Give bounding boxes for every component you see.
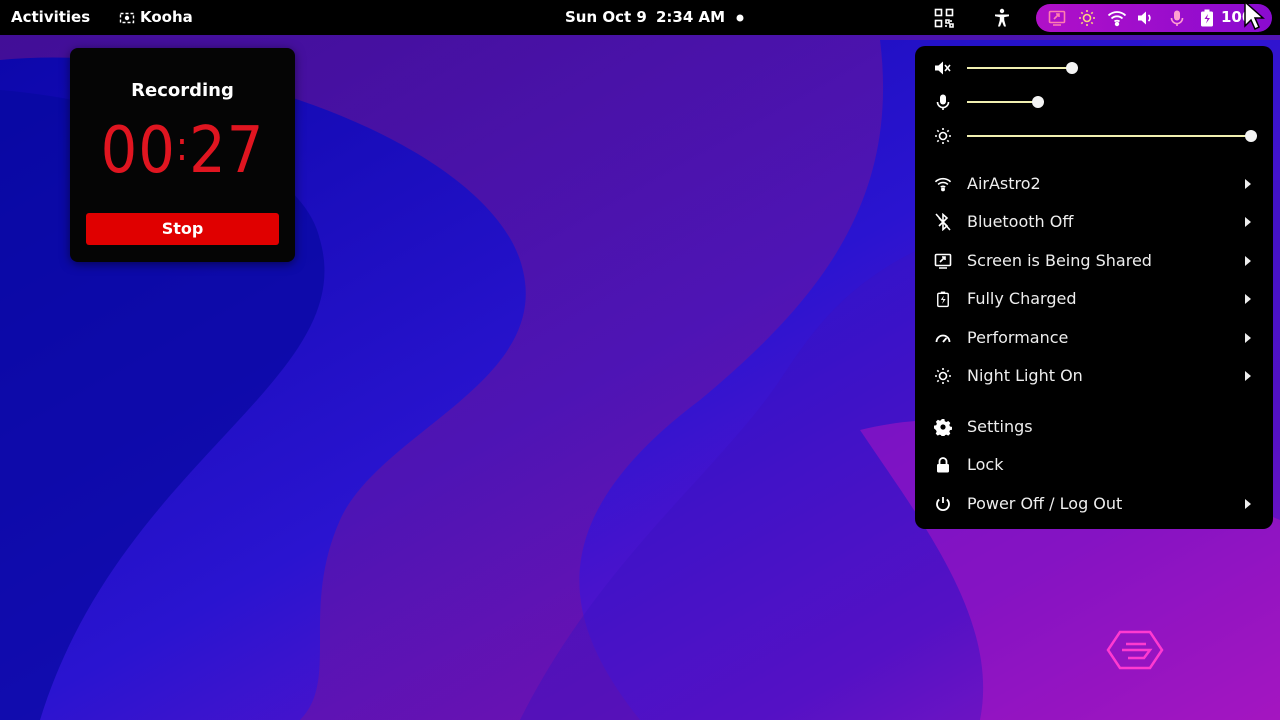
microphone-icon bbox=[1167, 8, 1187, 28]
system-tray[interactable]: 100 bbox=[1036, 4, 1272, 32]
submenu-arrow-icon bbox=[1245, 256, 1251, 266]
microphone-slider[interactable] bbox=[915, 90, 1273, 114]
submenu-arrow-icon bbox=[1245, 179, 1251, 189]
microphone-icon[interactable] bbox=[933, 92, 953, 112]
submenu-arrow-icon bbox=[1245, 499, 1251, 509]
brightness-slider[interactable] bbox=[915, 124, 1273, 148]
brightness-slider-track[interactable] bbox=[967, 135, 1251, 137]
recording-card: Recording 00:27 Stop bbox=[70, 48, 295, 262]
timer-separator: : bbox=[175, 124, 190, 170]
mouse-cursor-icon bbox=[1244, 0, 1265, 31]
microphone-slider-handle[interactable] bbox=[1032, 96, 1044, 108]
recording-title: Recording bbox=[131, 80, 234, 101]
volume-slider-track[interactable] bbox=[967, 67, 1072, 69]
menu-item-performance[interactable]: Performance bbox=[915, 321, 1273, 355]
night-light-icon bbox=[1077, 8, 1097, 28]
distro-logo-icon bbox=[1106, 630, 1164, 670]
performance-icon bbox=[933, 328, 953, 348]
clock-date[interactable]: Sun Oct 9 bbox=[565, 0, 647, 35]
submenu-arrow-icon bbox=[1245, 294, 1251, 304]
screen-share-icon bbox=[933, 251, 953, 271]
menu-item-label: AirAstro2 bbox=[967, 174, 1041, 193]
timer-seconds: 27 bbox=[189, 114, 265, 188]
submenu-arrow-icon bbox=[1245, 371, 1251, 381]
brightness-icon bbox=[933, 126, 953, 146]
submenu-arrow-icon bbox=[1245, 333, 1251, 343]
bluetooth-off-icon bbox=[933, 212, 953, 232]
menu-item-wifi[interactable]: AirAstro2 bbox=[915, 167, 1273, 201]
brightness-slider-handle[interactable] bbox=[1245, 130, 1257, 142]
menu-item-label: Night Light On bbox=[967, 366, 1083, 385]
menu-item-battery[interactable]: Fully Charged bbox=[915, 282, 1273, 316]
qr-code-icon[interactable] bbox=[934, 8, 954, 28]
top-bar: Activities Kooha Sun Oct 9 2:34 AM 100 bbox=[0, 0, 1280, 35]
menu-item-label: Performance bbox=[967, 328, 1069, 347]
menu-item-label: Screen is Being Shared bbox=[967, 251, 1152, 270]
microphone-slider-track[interactable] bbox=[967, 101, 1038, 103]
menu-item-label: Bluetooth Off bbox=[967, 212, 1074, 231]
menu-item-night-light[interactable]: Night Light On bbox=[915, 359, 1273, 393]
battery-charged-icon bbox=[933, 289, 953, 309]
menu-item-label: Power Off / Log Out bbox=[967, 494, 1123, 513]
wifi-icon bbox=[1107, 8, 1127, 28]
power-icon bbox=[933, 494, 953, 514]
record-indicator-icon[interactable] bbox=[117, 8, 137, 28]
notification-dot-icon bbox=[730, 8, 750, 28]
menu-item-screen-share[interactable]: Screen is Being Shared bbox=[915, 244, 1273, 278]
submenu-arrow-icon bbox=[1245, 217, 1251, 227]
volume-icon bbox=[1135, 8, 1155, 28]
night-light-icon bbox=[933, 366, 953, 386]
menu-item-lock[interactable]: Lock bbox=[915, 448, 1273, 482]
menu-item-label: Fully Charged bbox=[967, 289, 1077, 308]
app-menu-kooha[interactable]: Kooha bbox=[140, 0, 193, 35]
menu-item-settings[interactable]: Settings bbox=[915, 410, 1273, 444]
timer-minutes: 00 bbox=[100, 114, 176, 188]
clock-time[interactable]: 2:34 AM bbox=[656, 0, 725, 35]
volume-muted-icon[interactable] bbox=[933, 58, 953, 78]
menu-item-label: Settings bbox=[967, 417, 1033, 436]
stop-recording-button[interactable]: Stop bbox=[86, 213, 279, 245]
recording-timer: 00:27 bbox=[70, 114, 295, 188]
battery-icon bbox=[1197, 8, 1217, 28]
menu-item-label: Lock bbox=[967, 455, 1004, 474]
wifi-icon bbox=[933, 174, 953, 194]
accessibility-icon[interactable] bbox=[992, 8, 1012, 28]
gear-icon bbox=[933, 417, 953, 437]
volume-slider-handle[interactable] bbox=[1066, 62, 1078, 74]
menu-item-power[interactable]: Power Off / Log Out bbox=[915, 487, 1273, 521]
screen-share-icon bbox=[1047, 8, 1067, 28]
activities-button[interactable]: Activities bbox=[11, 0, 90, 35]
quick-settings-panel: AirAstro2 Bluetooth Off Screen is Being … bbox=[915, 46, 1273, 529]
lock-icon bbox=[933, 455, 953, 475]
volume-slider[interactable] bbox=[915, 56, 1273, 80]
menu-item-bluetooth[interactable]: Bluetooth Off bbox=[915, 205, 1273, 239]
